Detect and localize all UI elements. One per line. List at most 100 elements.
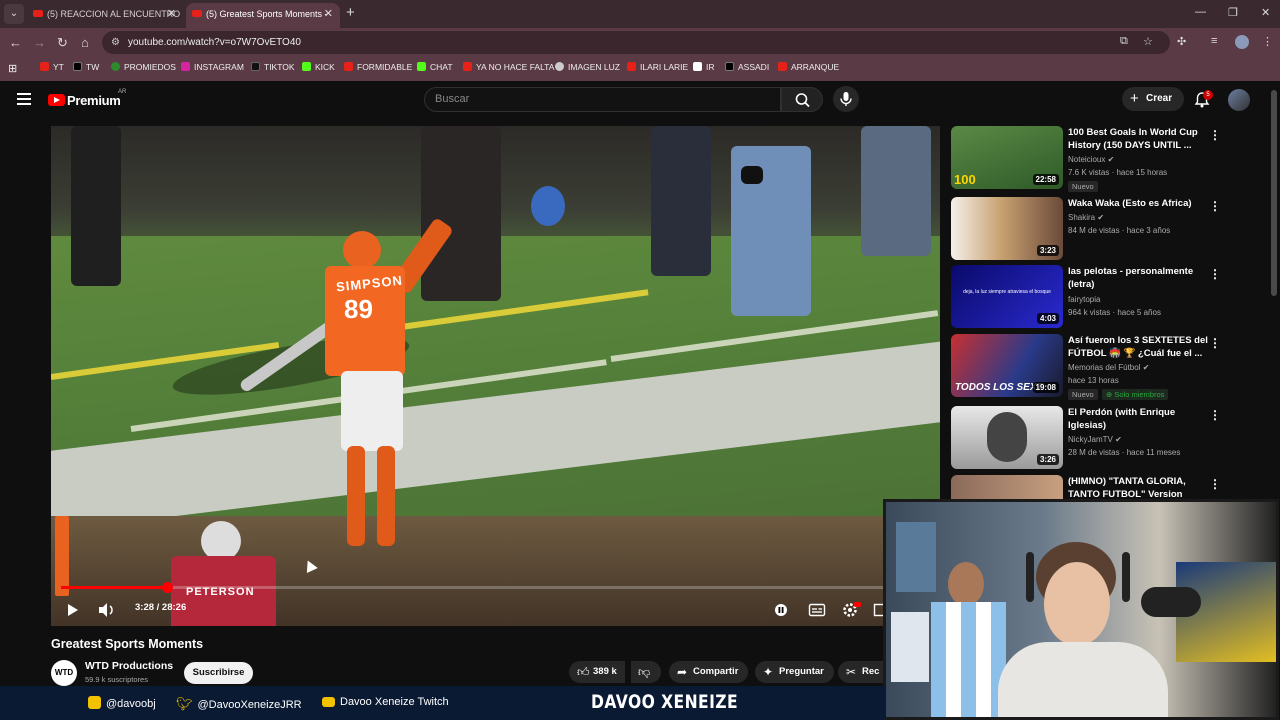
progress-bar[interactable] xyxy=(61,582,930,593)
play-icon[interactable] xyxy=(65,601,81,619)
menu-icon[interactable]: ⋮ xyxy=(1262,35,1273,48)
bookmark-formidable[interactable]: FORMIDABLE xyxy=(344,62,412,72)
volume-icon[interactable] xyxy=(97,601,117,619)
recommendation-item[interactable]: TODOS LOS SEXT 19:08 Así fueron los 3 SE… xyxy=(951,334,1251,400)
dislike-button[interactable]: 👎︎ xyxy=(631,661,661,683)
recommendation-title[interactable]: Waka Waka (Esto es Africa) xyxy=(1068,197,1208,210)
recommendation-item[interactable]: deja, la luz siempre atraviesa el bosque… xyxy=(951,265,1251,329)
subtitles-icon[interactable] xyxy=(808,601,826,619)
tab-reaccion[interactable]: (5) REACCION AL ENCUENTRO ✕ xyxy=(27,3,183,28)
channel-avatar[interactable]: WTD xyxy=(51,660,77,686)
guide-menu-icon[interactable] xyxy=(17,93,31,105)
time-display: 3:28 / 28:26 xyxy=(135,602,187,613)
bookmark-tw[interactable]: TW xyxy=(73,62,99,72)
reading-list-icon[interactable]: ≡ xyxy=(1211,35,1217,47)
recommendation-title[interactable]: 100 Best Goals In World Cup History (150… xyxy=(1068,126,1208,152)
page-scrollbar[interactable] xyxy=(1271,90,1277,296)
youtube-premium-logo[interactable]: Premium AR xyxy=(48,89,126,110)
more-actions-icon[interactable]: ⋮ xyxy=(1209,477,1221,491)
like-button[interactable]: 👍︎ 389 k xyxy=(569,661,625,683)
recommendation-title[interactable]: Así fueron los 3 SEXTETES del FÚTBOL 🏟️ … xyxy=(1068,334,1208,360)
url-bar[interactable]: ⚙ youtube.com/watch?v=o7W7OvETO40 xyxy=(102,31,1170,54)
recommendation-title[interactable]: (HIMNO) "TANTA GLORIA, TANTO FUTBOL" Ver… xyxy=(1068,475,1208,499)
search-input[interactable]: Buscar xyxy=(424,87,781,112)
tab-title: (5) REACCION AL ENCUENTRO xyxy=(47,9,181,19)
share-button[interactable]: ➦ Compartir xyxy=(669,661,749,683)
autoplay-toggle-icon[interactable] xyxy=(773,601,789,619)
window-close-icon[interactable]: ✕ xyxy=(1261,6,1270,19)
more-actions-icon[interactable]: ⋮ xyxy=(1209,267,1221,281)
apps-icon[interactable]: ⊞ xyxy=(8,62,17,75)
progress-scrubber[interactable] xyxy=(162,582,174,593)
more-actions-icon[interactable]: ⋮ xyxy=(1209,408,1221,422)
site-info-icon[interactable]: ⚙ xyxy=(111,31,120,54)
tab-greatest-sports[interactable]: (5) Greatest Sports Moments - ✕ xyxy=(186,3,340,28)
recommendation-title[interactable]: las pelotas - personalmente (letra) xyxy=(1068,265,1208,291)
bookmark-ilari-larie[interactable]: ILARI LARIE xyxy=(627,62,688,72)
video-thumbnail[interactable]: deja, la luz siempre atraviesa el bosque… xyxy=(951,265,1063,328)
members-only-badge: ⊕ Solo miembros xyxy=(1102,389,1169,400)
home-icon[interactable]: ⌂ xyxy=(81,35,89,50)
video-thumbnail[interactable] xyxy=(951,475,1063,499)
bookmark-instagram[interactable]: INSTAGRAM xyxy=(181,62,244,72)
bookmark-imagen-luz[interactable]: IMAGEN LUZ xyxy=(555,62,620,72)
recommendation-channel[interactable]: Memorias del Fútbol ✔ xyxy=(1068,363,1149,372)
share-icon: ➦ xyxy=(677,665,688,679)
bookmark-assadi[interactable]: ASSADI xyxy=(725,62,769,72)
more-actions-icon[interactable]: ⋮ xyxy=(1209,199,1221,213)
minimize-icon[interactable]: — xyxy=(1195,6,1206,18)
bookmark-promiedos[interactable]: PROMIEDOS xyxy=(111,62,176,72)
video-thumbnail[interactable]: 3:26 xyxy=(951,406,1063,469)
subscribe-button[interactable]: Suscribirse xyxy=(184,662,253,684)
account-avatar[interactable] xyxy=(1228,89,1250,111)
bookmark-tiktok[interactable]: TIKTOK xyxy=(251,62,295,72)
new-tab-button[interactable]: + xyxy=(346,4,355,21)
opponent-helmet xyxy=(201,521,241,561)
ask-button[interactable]: ✦ Preguntar xyxy=(755,661,834,683)
bookmark-arranque[interactable]: ARRANQUE xyxy=(778,62,839,72)
recommendation-channel[interactable]: fairytopia xyxy=(1068,295,1100,304)
clip-button[interactable]: ✂ Rec xyxy=(838,661,886,683)
search-button[interactable] xyxy=(781,87,823,112)
bookmark-ya-no-hace-falta[interactable]: YA NO HACE FALTA xyxy=(463,62,554,72)
tab-search-button[interactable]: ⌄ xyxy=(4,4,24,24)
recommendation-item[interactable]: 3:26 El Perdón (with Enrique Iglesias) N… xyxy=(951,406,1251,470)
recommendation-channel[interactable]: Noteicioux ✔ xyxy=(1068,155,1114,164)
install-app-icon[interactable]: ⧉ xyxy=(1120,35,1128,48)
video-thumbnail[interactable]: TODOS LOS SEXT 19:08 xyxy=(951,334,1063,397)
youtube-header: Premium AR Buscar + Crear 5 xyxy=(0,81,1268,117)
instagram-handle: @davoobj xyxy=(88,696,156,710)
bookmark-kick[interactable]: KICK xyxy=(302,62,335,72)
recommendation-item[interactable]: (HIMNO) "TANTA GLORIA, TANTO FUTBOL" Ver… xyxy=(951,475,1251,499)
scissors-icon: ✂ xyxy=(846,665,857,679)
video-thumbnail[interactable]: 3:23 xyxy=(951,197,1063,260)
channel-name[interactable]: WTD Productions xyxy=(85,660,173,672)
bookmark-yt[interactable]: YT xyxy=(40,62,64,72)
reload-icon[interactable]: ↻ xyxy=(57,35,68,51)
tab-close-icon[interactable]: ✕ xyxy=(167,3,176,25)
profile-avatar[interactable] xyxy=(1235,35,1249,49)
more-actions-icon[interactable]: ⋮ xyxy=(1209,128,1221,142)
bookmark-chat[interactable]: CHAT xyxy=(417,62,453,72)
youtube-icon xyxy=(778,62,787,71)
tab-close-icon[interactable]: ✕ xyxy=(324,3,333,25)
settings-gear-icon[interactable] xyxy=(841,601,861,619)
bookmark-star-icon[interactable]: ☆ xyxy=(1143,35,1153,48)
video-thumbnail[interactable]: 100 22:58 xyxy=(951,126,1063,189)
forward-icon[interactable]: → xyxy=(33,35,46,50)
voice-search-button[interactable] xyxy=(833,86,859,112)
recommendation-channel[interactable]: Shakira ✔ xyxy=(1068,213,1104,222)
video-player[interactable]: SIMPSON 89 PETERSON 3:28 / 28:26 xyxy=(51,126,940,626)
more-actions-icon[interactable]: ⋮ xyxy=(1209,336,1221,350)
recommendation-channel[interactable]: NickyJamTV ✔ xyxy=(1068,435,1122,444)
recommendation-item[interactable]: 3:23 Waka Waka (Esto es Africa) Shakira … xyxy=(951,197,1251,261)
extensions-icon[interactable]: ✣ xyxy=(1177,35,1186,48)
verified-check-icon: ✔ xyxy=(1115,435,1122,444)
recommendation-title[interactable]: El Perdón (with Enrique Iglesias) xyxy=(1068,406,1208,432)
create-button[interactable]: + Crear xyxy=(1122,87,1184,111)
restore-icon[interactable]: ❐ xyxy=(1228,6,1238,19)
notifications-button[interactable]: 5 xyxy=(1190,87,1214,111)
bookmark-ir[interactable]: IR xyxy=(693,62,715,72)
recommendation-item[interactable]: 100 22:58 100 Best Goals In World Cup Hi… xyxy=(951,126,1251,192)
back-icon[interactable]: ← xyxy=(9,35,22,50)
